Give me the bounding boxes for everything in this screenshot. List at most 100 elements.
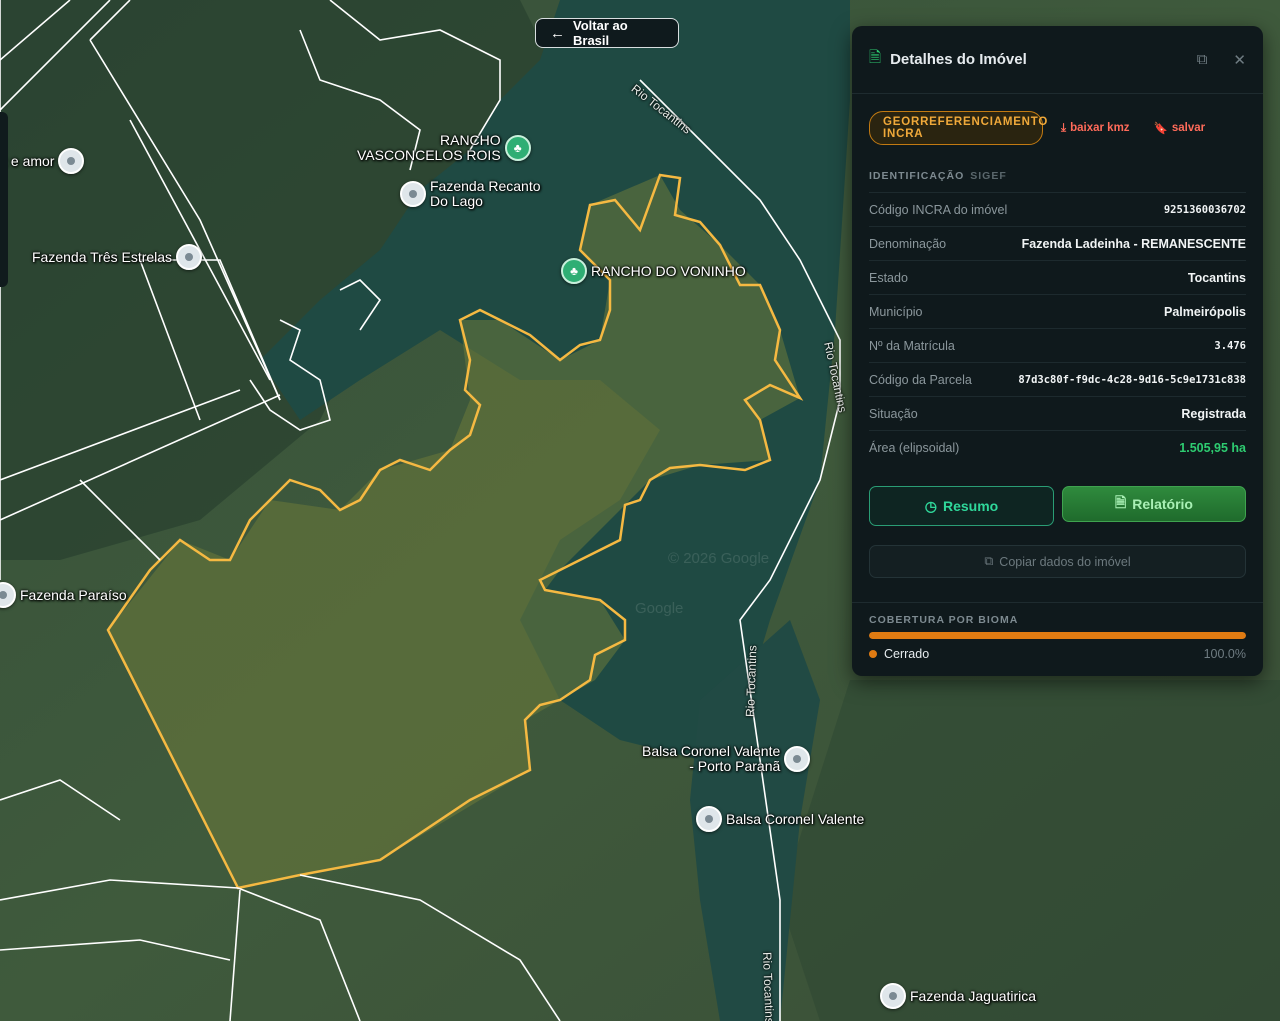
resumo-label: Resumo [942, 498, 999, 514]
poi-label-line2: Do Lago [430, 193, 483, 209]
download-kmz-button[interactable]: ⤓ baixar kmz [1061, 122, 1130, 135]
copy-data-button[interactable]: ⧉ Copiar dados do imóvel [869, 545, 1246, 578]
info-row-estado: Estado Tocantins [869, 260, 1246, 294]
poi-label: z e amor [0, 152, 55, 169]
row-value: Tocantins [1187, 270, 1246, 285]
info-row-denominacao: Denominação Fazenda Ladeinha - REMANESCE… [869, 226, 1246, 260]
poi-label: RANCHO DO VONINHO [591, 262, 746, 279]
row-value: Fazenda Ladeinha - REMANESCENTE [1021, 236, 1246, 251]
river-label: Rio Tocantins [743, 644, 760, 718]
row-value: 9251360036702 [1163, 203, 1246, 216]
bioma-row: Cerrado 100.0% [869, 647, 1246, 661]
panel-header: 🗎 Detalhes do Imóvel ⧉ ✕ [852, 26, 1263, 94]
side-panel-handle[interactable] [0, 112, 8, 287]
poi-balsa-coronel-valente-porto-parana[interactable]: Balsa Coronel Valente - Porto Paranã [642, 743, 811, 774]
row-value: Registrada [1181, 406, 1246, 421]
arrow-left-icon: ← [550, 24, 565, 42]
source-badge: GEORREFERENCIAMENTO INCRA [869, 111, 1047, 145]
relatorio-label: Relatório [1132, 496, 1193, 512]
map-pin-icon [176, 244, 203, 270]
map-pin-icon [58, 148, 85, 174]
info-row-codigo-incra: Código INCRA do imóvel 9251360036702 [869, 192, 1246, 226]
row-key: Estado [869, 270, 908, 285]
poi-fazenda-jaguatirica[interactable]: Fazenda Jaguatirica [880, 983, 1036, 1009]
row-key: Área (elipsoidal) [869, 440, 960, 455]
bioma-name-wrap: Cerrado [869, 647, 929, 661]
identification-source: SIGEF [970, 170, 1007, 182]
tag-row: GEORREFERENCIAMENTO INCRA ⤓ baixar kmz 🔖… [852, 94, 1263, 145]
poi-z-e-amor[interactable]: z e amor [0, 148, 85, 174]
back-button-label: Voltar ao Brasil [573, 18, 628, 48]
panel-title: Detalhes do Imóvel [890, 51, 1027, 68]
save-button[interactable]: 🔖 salvar [1154, 121, 1206, 135]
copy-icon: ⧉ [984, 554, 994, 568]
download-kmz-label: baixar kmz [1070, 122, 1130, 134]
poi-fazenda-recanto-do-lago[interactable]: Fazenda Recanto Do Lago [400, 179, 541, 209]
clock-icon: ◷ [924, 497, 937, 514]
row-key: Denominação [869, 236, 947, 251]
bioma-percent: 100.0% [1203, 647, 1246, 661]
poi-rancho-vasconcelos-rois[interactable]: RANCHO VASCONCELOS ROIS ♣ [357, 133, 531, 163]
resumo-button[interactable]: ◷ Resumo [869, 486, 1054, 526]
forest-area [780, 680, 1280, 1021]
poi-rancho-do-voninho[interactable]: ♣ RANCHO DO VONINHO [561, 258, 746, 284]
poi-fazenda-paraiso[interactable]: Fazenda Paraíso [0, 582, 127, 608]
poi-label: Balsa Coronel Valente [726, 810, 865, 827]
row-key: Código INCRA do imóvel [869, 202, 1008, 217]
identification-label: IDENTIFICAÇÃO [869, 170, 965, 182]
save-label: salvar [1171, 122, 1206, 134]
row-value: 87d3c80f-f9dc-4c28-9d16-5c9e1731c838 [1018, 373, 1246, 386]
map-pin-icon [784, 746, 811, 772]
row-value: 1.505,95 ha [1179, 440, 1246, 455]
poi-balsa-coronel-valente[interactable]: Balsa Coronel Valente [696, 806, 864, 832]
poi-label-line1: Balsa Coronel Valente [642, 743, 781, 759]
action-buttons: ◷ Resumo 🗎 Relatório [852, 486, 1263, 526]
file-icon: 🗎 [1115, 494, 1127, 510]
row-value: Palmeirópolis [1164, 304, 1246, 319]
row-key: Código da Parcela [869, 372, 972, 387]
row-key: Município [869, 304, 923, 319]
info-row-matricula: Nº da Matrícula 3.476 [869, 328, 1246, 362]
map-pin-icon [880, 983, 906, 1009]
copy-label: Copiar dados do imóvel [999, 554, 1131, 569]
map-pin-icon [696, 806, 722, 832]
river-label: Rio Tocantins [760, 951, 777, 1021]
poi-label-line1: Fazenda Recanto [430, 178, 541, 194]
map-pin-icon [0, 582, 16, 608]
bioma-color-dot [869, 650, 877, 658]
property-details-panel: 🗎 Detalhes do Imóvel ⧉ ✕ GEORREFERENCIAM… [852, 26, 1263, 676]
identification-table: Código INCRA do imóvel 9251360036702 Den… [852, 192, 1263, 464]
row-value: 3.476 [1214, 339, 1246, 352]
bookmark-icon: 🔖 [1153, 123, 1168, 135]
bioma-name: Cerrado [884, 647, 930, 661]
poi-label-line1: RANCHO [440, 132, 501, 148]
document-icon: 🗎 [869, 49, 882, 66]
map-watermark: Google [635, 600, 684, 617]
close-icon[interactable]: ✕ [1233, 51, 1246, 69]
back-to-brazil-button[interactable]: ← Voltar ao Brasil [535, 18, 679, 48]
park-icon: ♣ [504, 135, 531, 161]
poi-label: Fazenda Paraíso [20, 586, 127, 603]
bioma-bar-fill [869, 632, 1246, 639]
poi-label-line2: VASCONCELOS ROIS [357, 147, 501, 163]
park-icon: ♣ [561, 258, 587, 284]
relatorio-button[interactable]: 🗎 Relatório [1062, 486, 1246, 522]
info-row-municipio: Município Palmeirópolis [869, 294, 1246, 328]
poi-label: Fazenda Três Estrelas [32, 248, 173, 265]
info-row-codigo-parcela: Código da Parcela 87d3c80f-f9dc-4c28-9d1… [869, 362, 1246, 396]
row-key: Nº da Matrícula [869, 338, 955, 353]
info-row-area: Área (elipsoidal) 1.505,95 ha [869, 430, 1246, 464]
row-key: Situação [869, 406, 918, 421]
divider [852, 602, 1263, 603]
bioma-section-label: COBERTURA POR BIOMA [869, 614, 1019, 626]
poi-fazenda-tres-estrelas[interactable]: Fazenda Três Estrelas [32, 244, 203, 270]
poi-label: Fazenda Jaguatirica [910, 987, 1037, 1004]
copy-window-icon[interactable]: ⧉ [1197, 51, 1208, 68]
info-row-situacao: Situação Registrada [869, 396, 1246, 430]
map-pin-icon [400, 181, 426, 207]
identification-section-label: IDENTIFICAÇÃO SIGEF [852, 170, 1263, 182]
poi-label-line2: - Porto Paranã [689, 758, 781, 774]
bioma-bar [869, 632, 1246, 639]
download-icon: ⤓ [1061, 121, 1067, 134]
map-watermark: © 2026 Google [668, 550, 770, 567]
